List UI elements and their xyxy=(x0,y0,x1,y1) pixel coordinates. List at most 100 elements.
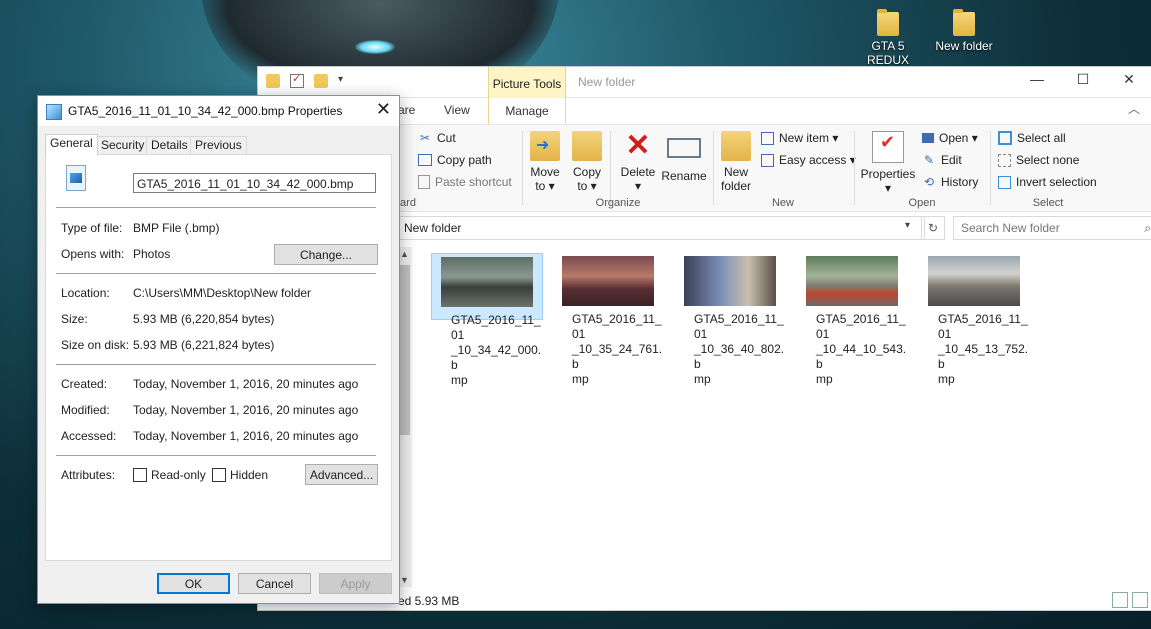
cut-button[interactable]: ✂ Cut xyxy=(418,131,456,145)
desktop-icon-gta5-redux[interactable]: GTA 5 REDUX xyxy=(853,9,923,67)
change-button[interactable]: Change... xyxy=(274,244,378,265)
accessed-label: Accessed: xyxy=(61,429,117,443)
move-to-icon xyxy=(530,131,560,161)
tab-previous-versions[interactable]: Previous Versions xyxy=(190,136,247,169)
advanced-button[interactable]: Advanced... xyxy=(305,464,378,485)
new-item-label: New item ▾ xyxy=(779,131,839,145)
maximize-button[interactable]: ☐ xyxy=(1060,71,1106,88)
scroll-up-icon[interactable]: ▲ xyxy=(400,249,409,259)
select-all-label: Select all xyxy=(1017,131,1066,145)
wallpaper-light xyxy=(355,40,395,54)
opens-with-label: Opens with: xyxy=(61,247,125,261)
minimize-button[interactable]: — xyxy=(1014,71,1060,87)
open-button[interactable]: Open ▾ xyxy=(922,131,978,145)
opens-with-value: Photos xyxy=(133,247,171,261)
file-item[interactable]: GTA5_2016_11_01 _10_44_10_543.b mp xyxy=(797,253,907,386)
details-view-icon[interactable] xyxy=(1112,592,1128,608)
close-icon[interactable]: ✕ xyxy=(376,99,391,120)
created-value: Today, November 1, 2016, 20 minutes ago xyxy=(133,377,359,391)
location-label: Location: xyxy=(61,286,110,300)
tab-view[interactable]: View xyxy=(444,103,470,117)
delete-button[interactable]: ✕ Delete ▾ xyxy=(616,131,660,194)
tab-manage[interactable]: Manage xyxy=(488,98,566,124)
paste-shortcut-button[interactable]: Paste shortcut xyxy=(418,175,512,189)
organize-group-label: Organize xyxy=(595,197,641,209)
cut-label: Cut xyxy=(437,131,456,145)
search-input[interactable]: Search New folder ⌕ xyxy=(953,216,1151,240)
tab-security[interactable]: Security xyxy=(96,136,150,154)
file-name: GTA5_2016_11_01 _10_34_42_000.b mp xyxy=(451,313,542,387)
read-only-checkbox[interactable]: Read-only xyxy=(133,468,206,482)
ok-button[interactable]: OK xyxy=(157,573,230,594)
read-only-label: Read-only xyxy=(151,468,206,482)
file-item[interactable]: GTA5_2016_11_01 _10_36_40_802.b mp xyxy=(675,253,785,386)
properties-icon xyxy=(872,131,904,163)
refresh-button[interactable]: ↻ xyxy=(921,216,945,240)
rename-label: Rename xyxy=(661,169,707,183)
new-item-button[interactable]: New item ▾ xyxy=(761,131,838,145)
chevron-down-icon[interactable]: ▾ xyxy=(338,74,348,88)
window-title: New folder xyxy=(578,75,636,89)
delete-label-2: ▾ xyxy=(634,179,642,193)
image-file-icon xyxy=(46,104,62,120)
tab-general[interactable]: General xyxy=(45,134,98,155)
rename-icon xyxy=(667,138,701,158)
address-bar[interactable]: New folder xyxy=(398,216,925,240)
rename-button[interactable]: Rename xyxy=(660,131,708,183)
open-label: Open ▾ xyxy=(939,131,978,145)
desktop-icon-label: GTA 5 REDUX xyxy=(866,39,909,67)
created-label: Created: xyxy=(61,377,108,391)
file-item[interactable]: GTA5_2016_11_01 _10_34_42_000.b mp xyxy=(431,253,543,387)
cancel-button[interactable]: Cancel xyxy=(238,573,311,594)
properties-check-icon[interactable] xyxy=(290,72,304,88)
quick-access-toolbar: ▾ xyxy=(266,72,348,88)
close-button[interactable]: ✕ xyxy=(1106,71,1151,88)
scroll-down-icon[interactable]: ▼ xyxy=(400,575,409,585)
tab-details[interactable]: Details xyxy=(146,136,193,154)
new-folder-label: New xyxy=(723,165,748,179)
modified-label: Modified: xyxy=(61,403,110,417)
clipboard-group-label: ard xyxy=(400,197,416,209)
file-item[interactable]: GTA5_2016_11_01 _10_45_13_752.b mp xyxy=(919,253,1029,386)
accessed-value: Today, November 1, 2016, 20 minutes ago xyxy=(133,429,359,443)
folder-icon xyxy=(877,9,899,36)
folder-icon[interactable] xyxy=(266,74,280,88)
tab-share[interactable]: are xyxy=(398,103,415,117)
new-folder-icon[interactable] xyxy=(314,74,328,88)
collapse-ribbon-icon[interactable]: ︿ xyxy=(1128,100,1140,117)
new-item-icon xyxy=(761,131,774,145)
dialog-titlebar: GTA5_2016_11_01_10_34_42_000.bmp Propert… xyxy=(38,96,399,126)
easy-access-button[interactable]: Easy access ▾ xyxy=(761,153,856,167)
search-icon: ⌕ xyxy=(1144,221,1151,235)
delete-label: Delete xyxy=(620,165,656,179)
checkbox-box xyxy=(212,468,226,482)
address-dropdown-icon[interactable]: ▾ xyxy=(905,220,910,231)
edit-button[interactable]: ✎ Edit xyxy=(922,153,962,167)
copy-path-button[interactable]: Copy path xyxy=(418,153,492,167)
search-placeholder: Search New folder xyxy=(961,221,1060,235)
navigation-pane-scrollbar[interactable]: ▲ ▼ xyxy=(398,247,412,587)
address-path: New folder xyxy=(404,221,462,235)
hidden-checkbox[interactable]: Hidden xyxy=(212,468,268,482)
properties-button[interactable]: Properties ▾ xyxy=(860,131,916,195)
select-all-icon xyxy=(998,131,1012,145)
size-value: 5.93 MB (6,220,854 bytes) xyxy=(133,312,275,326)
modified-value: Today, November 1, 2016, 20 minutes ago xyxy=(133,403,359,417)
new-folder-button[interactable]: New folder xyxy=(718,131,754,193)
desktop-icon-new-folder[interactable]: New folder xyxy=(929,9,999,53)
copy-to-button[interactable]: Copy to ▾ xyxy=(570,131,604,193)
size-on-disk-label: Size on disk: xyxy=(61,338,130,352)
select-all-button[interactable]: Select all xyxy=(998,131,1066,145)
invert-selection-button[interactable]: Invert selection xyxy=(998,175,1097,189)
file-thumbnail xyxy=(806,256,898,306)
refresh-icon: ↻ xyxy=(927,221,939,235)
scissors-icon: ✂ xyxy=(419,131,431,145)
file-item[interactable]: GTA5_2016_11_01 _10_35_24_761.b mp xyxy=(553,253,663,386)
history-button[interactable]: ⟲ History xyxy=(922,175,978,189)
large-icons-view-icon[interactable] xyxy=(1132,592,1148,608)
move-to-button[interactable]: Move to ▾ xyxy=(528,131,562,193)
select-none-button[interactable]: Select none xyxy=(998,153,1079,167)
scrollbar-thumb[interactable] xyxy=(400,265,410,435)
apply-button[interactable]: Apply xyxy=(319,573,392,594)
filename-input[interactable]: GTA5_2016_11_01_10_34_42_000.bmp xyxy=(133,173,376,193)
